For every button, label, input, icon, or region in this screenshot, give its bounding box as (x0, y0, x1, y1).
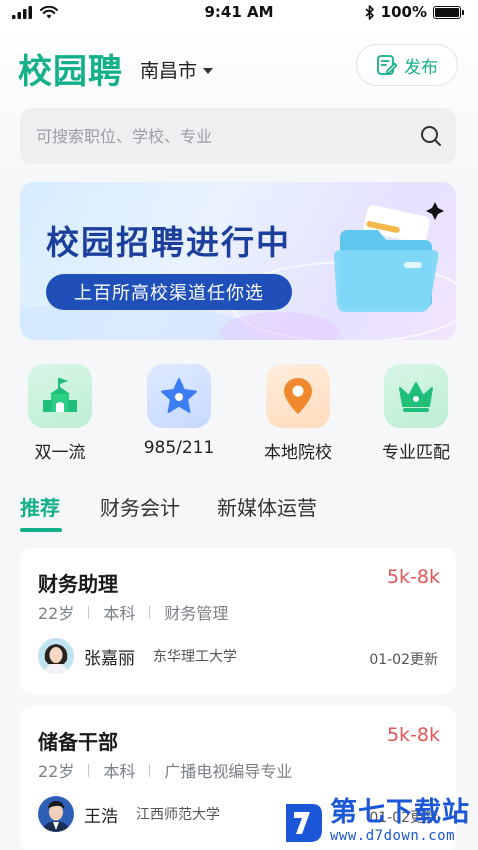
quick-nav-label: 双一流 (34, 443, 86, 463)
tag-major: 广播电视编导专业 (164, 762, 293, 781)
poster-info: 王浩 江西师范大学 (38, 796, 220, 832)
watermark-logo-icon (286, 804, 322, 842)
tag-age: 22岁 (38, 604, 75, 623)
job-tags: 22岁 本科 广播电视编导专业 (38, 758, 292, 782)
tab-recommended[interactable]: 推荐 (20, 492, 60, 521)
publish-button[interactable]: 发布 (356, 44, 458, 86)
cellular-signal-icon (12, 5, 32, 19)
school-building-icon (28, 364, 92, 428)
city-selector[interactable]: 南昌市 (140, 56, 214, 83)
tag-major: 财务管理 (164, 604, 229, 623)
crown-icon (384, 364, 448, 428)
search-input[interactable] (36, 126, 420, 146)
wifi-icon (40, 5, 58, 18)
poster-name: 王浩 (84, 806, 118, 827)
poster-school: 东华理工大学 (153, 649, 237, 665)
watermark-name: 第七下载站 (330, 797, 470, 828)
job-salary: 5k-8k (386, 566, 440, 588)
job-tags: 22岁 本科 财务管理 (38, 600, 228, 624)
edit-document-icon (377, 55, 398, 75)
poster-school: 江西师范大学 (136, 807, 220, 823)
job-salary: 5k-8k (386, 724, 440, 746)
publish-label: 发布 (404, 57, 438, 78)
search-bar[interactable] (20, 108, 456, 164)
divider (149, 763, 151, 777)
tag-degree: 本科 (103, 762, 136, 781)
divider (149, 605, 151, 619)
site-watermark: 第七下载站 www.d7down.com (282, 792, 478, 850)
update-date: 01-02更新 (369, 652, 438, 668)
battery-icon (433, 5, 464, 19)
job-card[interactable]: 财务助理 5k-8k 22岁 本科 财务管理 张嘉丽 东华理工大学 01-02更… (20, 548, 456, 694)
tab-active-indicator (20, 528, 62, 532)
status-bar: 9:41 AM 100% (0, 0, 478, 24)
quick-nav-label: 专业匹配 (382, 443, 450, 463)
avatar (38, 638, 74, 674)
location-pin-icon (266, 364, 330, 428)
category-tabs: 推荐 财务会计 新媒体运营 (0, 492, 478, 536)
bluetooth-icon (365, 4, 374, 20)
job-title: 储备干部 (38, 730, 118, 754)
quick-nav: 双一流 985/211 本地院校 专业匹配 (0, 364, 478, 464)
job-title: 财务助理 (38, 572, 118, 596)
banner-subtitle: 上百所高校渠道任你选 (46, 274, 292, 310)
caret-down-icon (203, 67, 214, 74)
poster-info: 张嘉丽 东华理工大学 (38, 638, 237, 674)
quick-nav-985-211[interactable]: 985/211 (129, 364, 229, 458)
header: 校园聘 南昌市 发布 (0, 24, 478, 96)
promo-banner[interactable]: 校园招聘进行中 上百所高校渠道任你选 (20, 182, 456, 340)
quick-nav-label: 985/211 (143, 438, 215, 458)
quick-nav-major-match[interactable]: 专业匹配 (366, 364, 466, 463)
city-label: 南昌市 (140, 60, 198, 82)
quick-nav-local-schools[interactable]: 本地院校 (248, 364, 348, 463)
divider (88, 763, 90, 777)
divider (88, 605, 90, 619)
tab-new-media-operation[interactable]: 新媒体运营 (217, 492, 317, 521)
tag-age: 22岁 (38, 762, 75, 781)
quick-nav-label: 本地院校 (264, 443, 332, 463)
search-icon[interactable] (420, 125, 442, 147)
star-icon (147, 364, 211, 428)
tab-finance-accounting[interactable]: 财务会计 (100, 492, 180, 521)
quick-nav-double-first-class[interactable]: 双一流 (10, 364, 110, 463)
tag-degree: 本科 (103, 604, 136, 623)
poster-name: 张嘉丽 (84, 648, 135, 669)
banner-title: 校园招聘进行中 (46, 223, 291, 262)
folder-illustration-icon (334, 202, 444, 312)
battery-percent: 100% (380, 3, 427, 21)
watermark-url: www.d7down.com (330, 828, 456, 844)
avatar (38, 796, 74, 832)
app-logo: 校园聘 (18, 52, 123, 92)
